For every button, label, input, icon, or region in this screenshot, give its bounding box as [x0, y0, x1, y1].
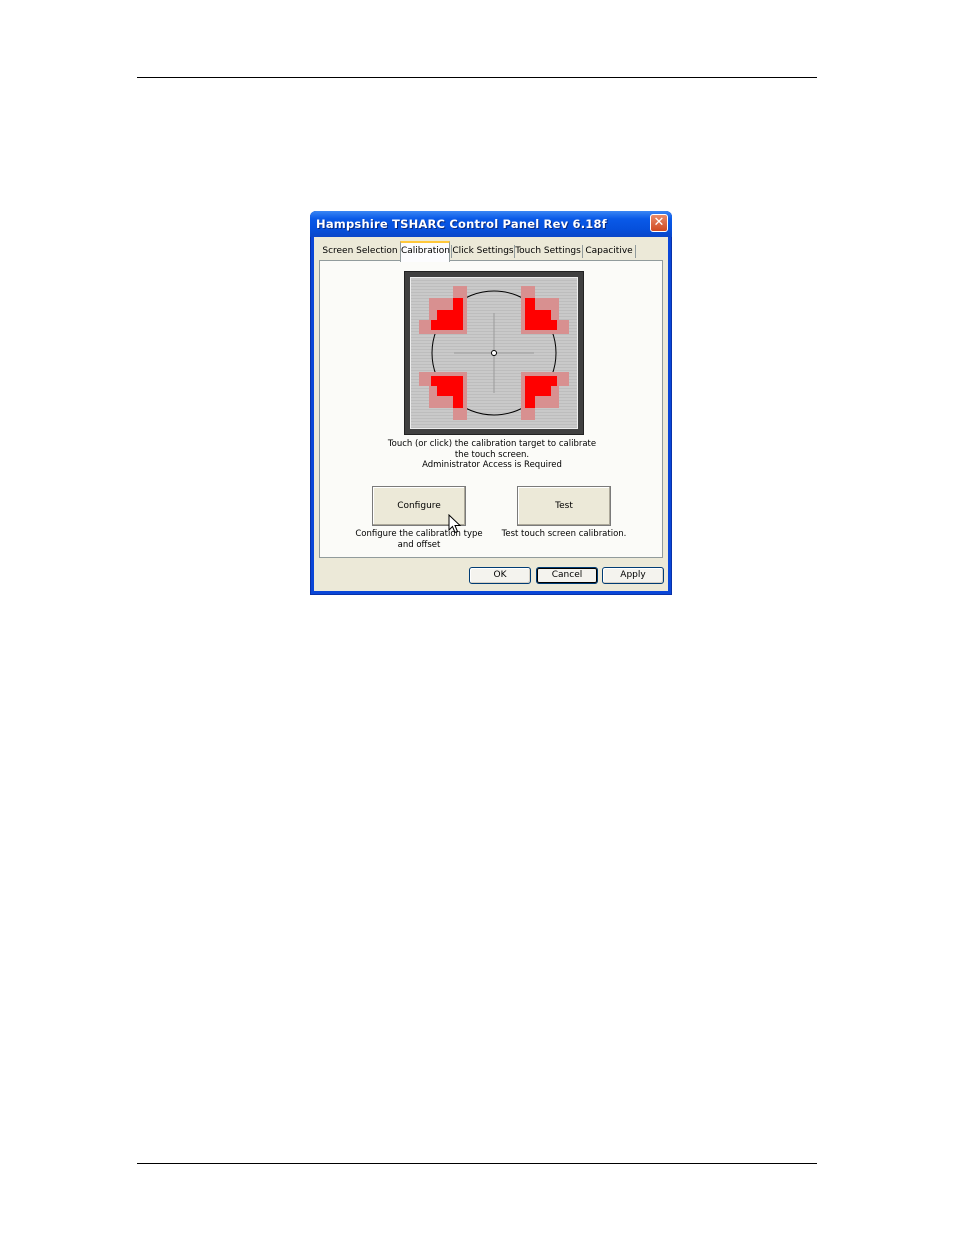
- tab-separator: [635, 245, 636, 258]
- calibration-instructions: Touch (or click) the calibration target …: [320, 439, 664, 471]
- title-bar[interactable]: Hampshire TSHARC Control Panel Rev 6.18f…: [310, 211, 672, 237]
- test-description: Test touch screen calibration.: [501, 529, 627, 539]
- header-rule: [137, 77, 817, 78]
- tab-capacitive[interactable]: Capacitive: [583, 243, 635, 261]
- tab-strip: Screen Selection Calibration Click Setti…: [320, 241, 664, 262]
- tab-screen-selection[interactable]: Screen Selection: [322, 243, 398, 261]
- footer-rule: [137, 1163, 817, 1164]
- dialog-client: Screen Selection Calibration Click Setti…: [314, 237, 668, 591]
- window-title: Hampshire TSHARC Control Panel Rev 6.18f: [316, 217, 607, 231]
- close-icon: ✕: [653, 215, 665, 230]
- control-panel-window: Hampshire TSHARC Control Panel Rev 6.18f…: [310, 211, 672, 595]
- instruction-line-2: the touch screen.: [454, 449, 530, 460]
- ok-button[interactable]: OK: [469, 567, 531, 584]
- test-button[interactable]: Test: [517, 486, 611, 526]
- tab-touch-settings[interactable]: Touch Settings: [515, 243, 581, 261]
- instruction-line-3: Administrator Access is Required: [422, 460, 562, 470]
- instruction-line-1: Touch (or click) the calibration target …: [387, 439, 597, 449]
- tab-calibration[interactable]: Calibration: [400, 241, 450, 262]
- calibration-target-frame[interactable]: [404, 271, 584, 435]
- calibration-panel: Touch (or click) the calibration target …: [319, 260, 663, 558]
- tab-click-settings[interactable]: Click Settings: [452, 243, 514, 261]
- apply-button[interactable]: Apply: [602, 567, 664, 584]
- configure-description: Configure the calibration type and offse…: [350, 529, 488, 550]
- configure-desc-line-1: Configure the calibration type: [355, 529, 483, 539]
- mouse-cursor-icon: [448, 514, 462, 534]
- close-button[interactable]: ✕: [650, 214, 668, 232]
- calibration-crosshair-icon: [411, 278, 577, 428]
- cancel-button[interactable]: Cancel: [536, 567, 598, 584]
- configure-desc-line-2: and offset: [397, 539, 441, 550]
- calibration-target[interactable]: [410, 277, 578, 429]
